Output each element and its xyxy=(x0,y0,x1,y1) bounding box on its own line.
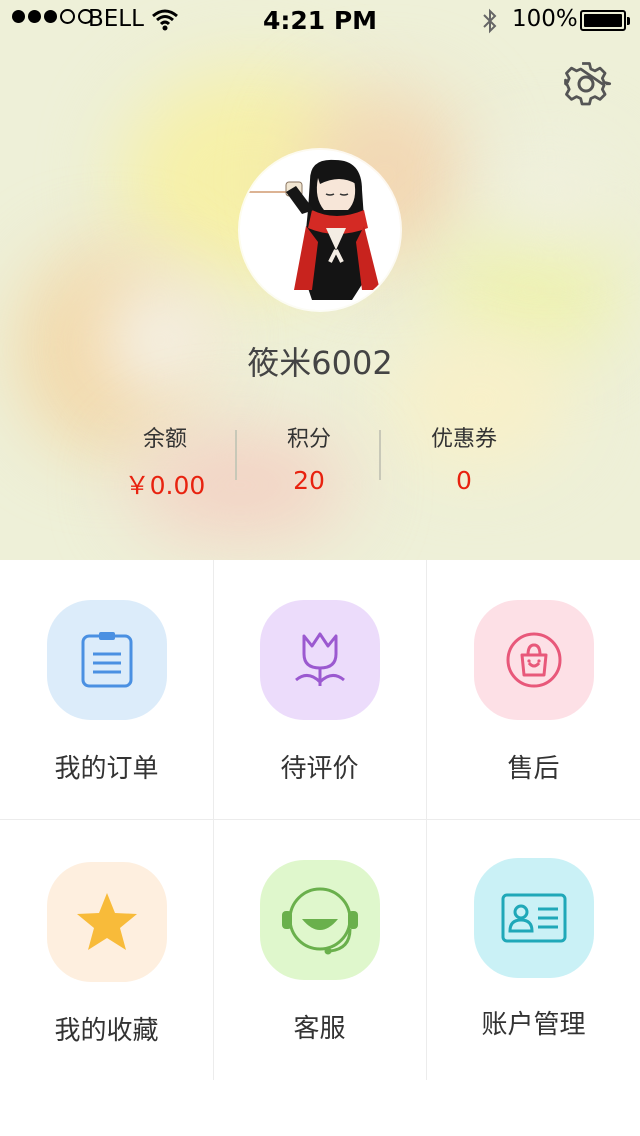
service-tile xyxy=(260,860,380,980)
stat-label: 余额 xyxy=(142,427,187,452)
stat-balance[interactable]: 余额 ￥0.00 xyxy=(90,424,240,502)
username: 筱米6002 xyxy=(247,344,393,382)
menu-item-label: 我的收藏 xyxy=(54,1016,159,1046)
menu-grid: 我的订单 待评价 售后 我的收藏 客服 账户管理 xyxy=(0,560,640,1080)
avatar-illustration xyxy=(240,150,400,310)
menu-item-customer-service[interactable]: 客服 xyxy=(213,820,426,1080)
stat-divider xyxy=(379,430,381,480)
account-tile xyxy=(474,858,594,978)
stat-value: 0 xyxy=(456,466,472,495)
menu-item-pending-review[interactable]: 待评价 xyxy=(213,560,426,820)
stat-value: ￥0.00 xyxy=(124,471,206,500)
star-icon xyxy=(77,893,137,950)
bluetooth-icon xyxy=(482,8,498,40)
menu-item-label: 待评价 xyxy=(280,754,359,784)
profile-header: BELL 4:21 PM 100% 筱米6002 余额 ￥0.00 积分 20 … xyxy=(0,0,640,560)
review-tile xyxy=(260,600,380,720)
menu-item-account-management[interactable]: 账户管理 xyxy=(427,820,640,1080)
menu-item-label: 售后 xyxy=(507,754,560,784)
status-bar: BELL 4:21 PM 100% xyxy=(0,0,640,40)
id-card-icon xyxy=(501,893,567,943)
menu-item-label: 客服 xyxy=(293,1014,346,1044)
stat-label: 优惠券 xyxy=(430,427,497,452)
tulip-icon xyxy=(295,632,345,686)
battery-percent: 100% xyxy=(512,6,578,32)
avatar[interactable] xyxy=(240,150,400,310)
after-sales-tile xyxy=(474,600,594,720)
stat-value: 20 xyxy=(293,466,325,495)
order-tile xyxy=(47,600,167,720)
stat-points[interactable]: 积分 20 xyxy=(234,424,384,495)
shopping-bag-icon xyxy=(506,632,562,688)
menu-item-favorites[interactable]: 我的收藏 xyxy=(0,820,213,1080)
stat-coupons[interactable]: 优惠券 0 xyxy=(389,424,539,495)
headset-icon xyxy=(282,887,358,955)
account-stats: 余额 ￥0.00 积分 20 优惠券 0 xyxy=(0,424,640,500)
settings-gear-icon[interactable] xyxy=(560,58,612,110)
battery-icon xyxy=(580,10,630,31)
bg-blob xyxy=(480,140,620,240)
menu-item-label: 我的订单 xyxy=(54,754,159,784)
stat-label: 积分 xyxy=(286,427,331,452)
menu-item-label: 账户管理 xyxy=(481,1010,586,1040)
menu-item-my-orders[interactable]: 我的订单 xyxy=(0,560,213,820)
order-list-icon xyxy=(81,632,133,688)
favorites-tile xyxy=(47,862,167,982)
menu-item-after-sales[interactable]: 售后 xyxy=(427,560,640,820)
